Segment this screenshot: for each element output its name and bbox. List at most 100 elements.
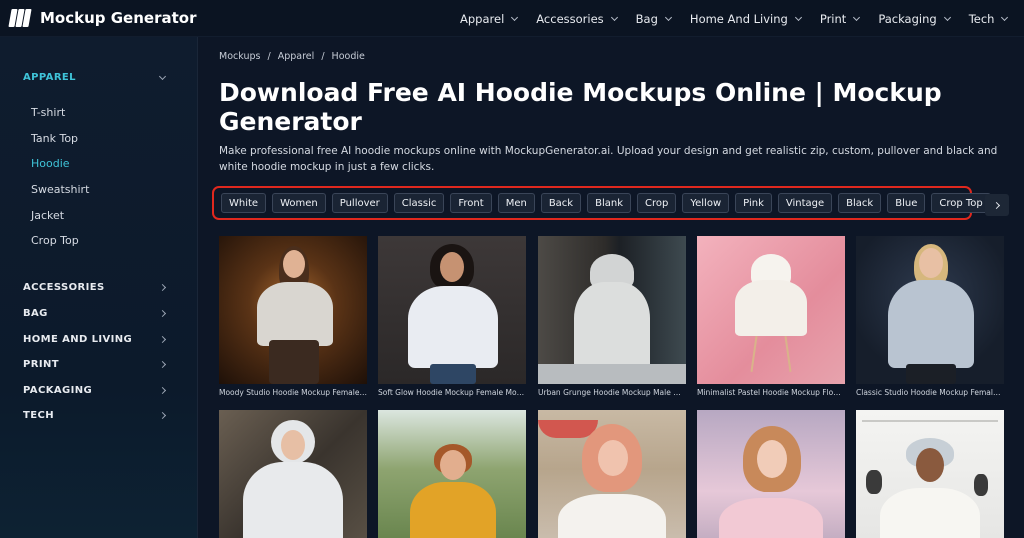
mockup-card[interactable] <box>697 410 845 538</box>
nav-label: Print <box>819 11 847 26</box>
nav-label: Tech <box>968 11 995 26</box>
mockup-caption: Classic Studio Hoodie Mockup Female Mode… <box>856 388 1004 397</box>
breadcrumb: Mockups / Apparel / Hoodie <box>219 51 369 62</box>
sidebar-group-label: APPAREL <box>23 72 76 83</box>
breadcrumb-hoodie: Hoodie <box>331 51 365 62</box>
mockup-card[interactable]: Minimalist Pastel Hoodie Mockup Floating <box>697 236 845 397</box>
mockup-caption: Urban Grunge Hoodie Mockup Male Model <box>538 388 686 397</box>
breadcrumb-apparel[interactable]: Apparel <box>278 51 315 62</box>
sidebar-item-jacket[interactable]: Jacket <box>31 209 64 222</box>
tags-next-button[interactable] <box>985 194 1009 216</box>
sidebar-item-hoodie[interactable]: Hoodie <box>31 157 70 170</box>
chevron-down-icon <box>664 13 672 21</box>
sidebar-group-label: TECH <box>23 410 54 421</box>
chevron-down-icon <box>511 13 519 21</box>
mockup-card[interactable]: Soft Glow Hoodie Mockup Female Model <box>378 236 526 397</box>
sidebar-item-tank-top[interactable]: Tank Top <box>31 132 78 145</box>
nav-packaging[interactable]: Packaging <box>878 11 951 26</box>
brand-logo[interactable]: Mockup Generator <box>8 9 197 27</box>
tag-black[interactable]: Black <box>838 193 882 213</box>
sidebar-group-label: HOME AND LIVING <box>23 334 133 345</box>
tag-women[interactable]: Women <box>272 193 326 213</box>
sidebar-group-accessories[interactable]: ACCESSORIES <box>23 282 173 293</box>
sidebar-group-label: PRINT <box>23 359 59 370</box>
chevron-down-icon <box>1001 13 1009 21</box>
nav-label: Home And Living <box>689 11 788 26</box>
tag-crop[interactable]: Crop <box>637 193 677 213</box>
tag-vintage[interactable]: Vintage <box>777 193 833 213</box>
nav-print[interactable]: Print <box>819 11 861 26</box>
chevron-right-icon <box>158 309 167 318</box>
sidebar-group-print[interactable]: PRINT <box>23 359 173 370</box>
logo-icon <box>8 9 32 27</box>
sidebar-item-crop-top[interactable]: Crop Top <box>31 234 79 247</box>
chevron-down-icon <box>853 13 861 21</box>
nav-apparel[interactable]: Apparel <box>460 11 519 26</box>
chevron-right-icon <box>158 360 167 369</box>
tag-classic[interactable]: Classic <box>393 193 445 213</box>
tag-front[interactable]: Front <box>450 193 492 213</box>
brand-name: Mockup Generator <box>40 9 197 27</box>
chevron-down-icon <box>158 72 167 80</box>
tag-blue[interactable]: Blue <box>887 193 926 213</box>
mockup-card[interactable] <box>219 410 367 538</box>
page-title: Download Free AI Hoodie Mockups Online |… <box>219 78 942 136</box>
nav-home-and-living[interactable]: Home And Living <box>689 11 802 26</box>
tag-crop-top[interactable]: Crop Top <box>931 193 991 213</box>
sidebar-group-label: ACCESSORIES <box>23 282 105 293</box>
sidebar-item-sweatshirt[interactable]: Sweatshirt <box>31 183 89 196</box>
nav-tech[interactable]: Tech <box>968 11 1009 26</box>
mockup-card[interactable] <box>378 410 526 538</box>
mockup-image <box>378 410 526 538</box>
mockup-card[interactable] <box>856 410 1004 538</box>
sidebar-group-bag[interactable]: BAG <box>23 308 173 319</box>
nav-label: Accessories <box>536 11 604 26</box>
chevron-down-icon <box>943 13 951 21</box>
nav-label: Apparel <box>460 11 505 26</box>
sidebar-item-t-shirt[interactable]: T-shirt <box>31 106 65 119</box>
tag-white[interactable]: White <box>221 193 267 213</box>
mockup-image <box>378 236 526 384</box>
tag-men[interactable]: Men <box>497 193 535 213</box>
sidebar-group-label: PACKAGING <box>23 385 93 396</box>
sidebar-group-home-and-living[interactable]: HOME AND LIVING <box>23 334 173 345</box>
tag-back[interactable]: Back <box>540 193 582 213</box>
sidebar-group-label: BAG <box>23 308 48 319</box>
mockup-image <box>697 236 845 384</box>
nav-label: Packaging <box>878 11 937 26</box>
mockup-image <box>219 236 367 384</box>
sidebar-group-packaging[interactable]: PACKAGING <box>23 385 173 396</box>
tag-blank[interactable]: Blank <box>587 193 631 213</box>
tag-pullover[interactable]: Pullover <box>331 193 388 213</box>
mockup-image <box>856 410 1004 538</box>
nav-bag[interactable]: Bag <box>636 12 672 26</box>
mockup-image <box>538 236 686 384</box>
top-bar: Mockup Generator Apparel Accessories Bag… <box>0 0 1024 37</box>
mockup-card[interactable]: Moody Studio Hoodie Mockup Female Model <box>219 236 367 397</box>
chevron-right-icon <box>158 411 167 420</box>
breadcrumb-mockups[interactable]: Mockups <box>219 51 260 62</box>
breadcrumb-separator: / <box>267 51 271 62</box>
mockup-card[interactable]: Urban Grunge Hoodie Mockup Male Model <box>538 236 686 397</box>
tag-pink[interactable]: Pink <box>735 193 772 213</box>
chevron-right-icon <box>158 386 167 395</box>
mockup-image <box>219 410 367 538</box>
tag-yellow[interactable]: Yellow <box>682 193 730 213</box>
chevron-right-icon <box>158 283 167 292</box>
mockup-card[interactable]: Classic Studio Hoodie Mockup Female Mode… <box>856 236 1004 397</box>
chevron-right-icon <box>992 201 1000 209</box>
sidebar: APPAREL T-shirt Tank Top Hoodie Sweatshi… <box>0 37 198 538</box>
chevron-right-icon <box>158 335 167 344</box>
mockup-card[interactable] <box>538 410 686 538</box>
top-nav: Apparel Accessories Bag Home And Living … <box>460 0 1024 37</box>
mockup-image <box>697 410 845 538</box>
mockup-image <box>856 236 1004 384</box>
mockup-caption: Moody Studio Hoodie Mockup Female Model <box>219 388 367 397</box>
tag-filter-bar: White Women Pullover Classic Front Men B… <box>212 186 991 220</box>
breadcrumb-separator: / <box>321 51 325 62</box>
sidebar-group-tech[interactable]: TECH <box>23 410 173 421</box>
nav-accessories[interactable]: Accessories <box>536 11 618 26</box>
sidebar-group-apparel[interactable]: APPAREL <box>23 72 173 83</box>
chevron-down-icon <box>794 13 802 21</box>
mockup-image <box>538 410 686 538</box>
